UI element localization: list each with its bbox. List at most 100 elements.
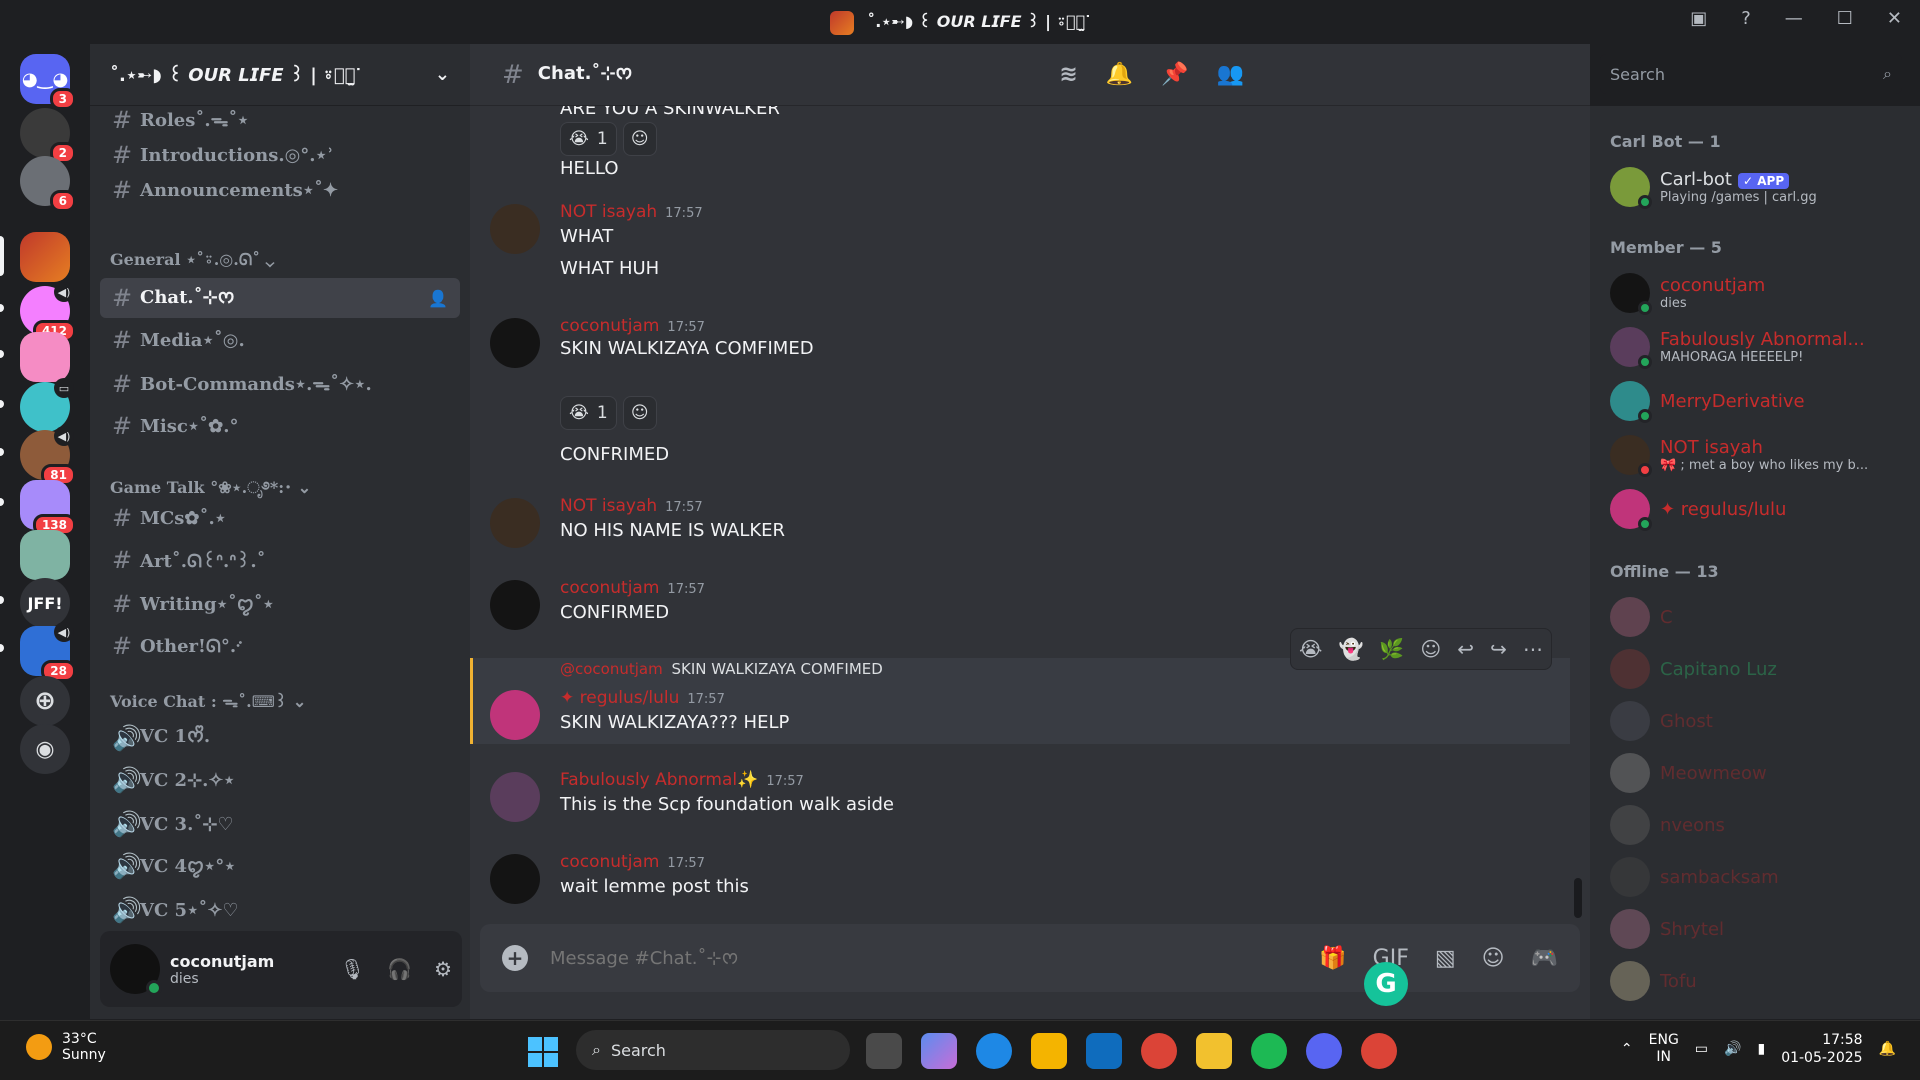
member-item[interactable]: sambacksam — [1610, 852, 1910, 902]
message-input[interactable] — [550, 947, 1270, 969]
microphone-icon[interactable]: 🎙 — [340, 957, 365, 981]
language-indicator[interactable]: ENG IN — [1649, 1032, 1679, 1066]
home-button[interactable]: ◕‿◕ 3 — [20, 54, 76, 110]
more-icon[interactable]: ⋯ — [1523, 637, 1543, 661]
member-item[interactable]: Carl-bot ✓ APP Playing /games | carl.gg — [1610, 162, 1910, 212]
member-item[interactable]: ✦ regulus/lulu — [1610, 484, 1910, 534]
message-author[interactable]: coconutjam 17:57 — [560, 852, 705, 872]
channel-bot-commands[interactable]: # Bot-Commands⋆.ᯓ˚✧⋆. — [100, 364, 460, 404]
voice-channel-1[interactable]: 🔊 VC 1ᰔᩚ. — [100, 718, 460, 758]
notification-bell-icon[interactable]: 🔔 — [1879, 1041, 1896, 1057]
add-server-button[interactable]: ⊕ — [20, 676, 70, 726]
help-icon[interactable]: ? — [1741, 8, 1751, 29]
emoji-icon[interactable]: ☺ — [1482, 946, 1505, 971]
battery-icon[interactable]: ▮ — [1757, 1041, 1765, 1057]
inbox-icon[interactable]: ▣ — [1690, 8, 1707, 29]
minimize-button[interactable]: — — [1785, 8, 1803, 29]
member-item[interactable]: MerryDerivative — [1610, 376, 1910, 426]
discord-taskbar-icon[interactable] — [1306, 1033, 1342, 1069]
member-item[interactable]: coconutjam dies — [1610, 268, 1910, 318]
gift-icon[interactable]: 🎁 — [1319, 946, 1346, 971]
avatar[interactable] — [490, 580, 540, 630]
sticker-icon[interactable]: ▧ — [1435, 946, 1456, 971]
message-author[interactable]: coconutjam 17:57 — [560, 578, 705, 598]
avatar[interactable] — [490, 854, 540, 904]
server-icon-6[interactable]: ▭ — [20, 378, 74, 432]
outlook-icon[interactable] — [1086, 1033, 1122, 1069]
add-reaction-icon[interactable]: ☺ — [1420, 637, 1441, 661]
file-explorer-icon[interactable] — [1196, 1033, 1232, 1069]
bell-icon[interactable]: 🔔 — [1106, 62, 1133, 87]
ghost-emoji-icon[interactable]: 👻 — [1338, 637, 1363, 661]
avatar[interactable] — [490, 690, 540, 740]
member-item[interactable]: Tofu — [1610, 956, 1910, 1006]
search-input[interactable]: Search ⌕ — [1600, 54, 1902, 94]
voice-channel-4[interactable]: 🔊 VC 4ꨄ⋆°⋆ — [100, 846, 460, 886]
voice-channel-2[interactable]: 🔊 VC 2⊹.✧⋆ — [100, 760, 460, 800]
activities-icon[interactable]: 🎮 — [1531, 946, 1558, 971]
chrome-profile-icon[interactable] — [1361, 1033, 1397, 1069]
clock[interactable]: 17:58 01-05-2025 — [1781, 1031, 1862, 1067]
taskbar-search[interactable]: ⌕ Search — [576, 1030, 850, 1070]
crying-emoji-icon[interactable]: 😭 — [1299, 637, 1322, 661]
server-icon-8[interactable]: 138 — [20, 480, 76, 536]
avatar[interactable] — [490, 318, 540, 368]
voice-channel-5[interactable]: 🔊 VC 5⋆˚✧♡ — [100, 890, 460, 930]
forward-icon[interactable]: ↪ — [1490, 637, 1507, 661]
members-icon[interactable]: 👥 — [1217, 62, 1244, 87]
scrollbar-thumb[interactable] — [1574, 878, 1582, 918]
threads-icon[interactable]: ≋ — [1059, 62, 1077, 87]
chevron-up-icon[interactable]: ⌃ — [1621, 1041, 1633, 1057]
avatar[interactable] — [490, 772, 540, 822]
member-item[interactable]: NOT isayah 🎀 ; met a boy who likes my b..… — [1610, 430, 1910, 480]
server-icon-jff[interactable]: JFF! — [20, 578, 70, 628]
member-item[interactable]: Shrytel — [1610, 904, 1910, 954]
avatar[interactable] — [110, 944, 162, 996]
message-author[interactable]: NOT isayah 17:57 — [560, 496, 703, 516]
member-item[interactable]: nveons — [1610, 800, 1910, 850]
channel-introductions[interactable]: # Introductions.◎°.⋆ʾ — [100, 135, 460, 175]
voice-channel-3[interactable]: 🔊 VC 3.˚⊹♡ — [100, 804, 460, 844]
server-icon-11[interactable]: ◀) 28 — [20, 622, 76, 682]
spotify-icon[interactable] — [1251, 1033, 1287, 1069]
edge-icon[interactable] — [976, 1033, 1012, 1069]
server-icon-7[interactable]: ◀) 81 — [20, 426, 76, 486]
settings-gear-icon[interactable]: ⚙ — [434, 957, 452, 981]
channel-other[interactable]: # Other!ᘏ°.ᐝ — [100, 626, 460, 666]
category-general[interactable]: General ⋆˚⍤.◎.ᘏ˚ ⌄ — [110, 250, 274, 270]
channel-announcements[interactable]: # Announcements⋆˚✦ — [100, 170, 460, 210]
headphones-icon[interactable]: 🎧 — [387, 957, 412, 981]
member-item[interactable]: C — [1610, 592, 1910, 642]
channel-art[interactable]: # Art˚.ᘏ꒰ᐢ.ᐢ꒱.˚ — [100, 540, 460, 580]
member-item[interactable]: Meowmeow — [1610, 748, 1910, 798]
avatar[interactable] — [490, 204, 540, 254]
grammarly-icon[interactable]: G — [1364, 962, 1408, 1006]
discover-button[interactable]: ◉ — [20, 724, 70, 774]
upload-plus-icon[interactable]: + — [502, 945, 528, 971]
server-icon-5[interactable] — [20, 332, 70, 382]
server-header[interactable]: ˚.⋆➸◗ ꒰ 𝙊𝙐𝙍 𝙇𝙄𝙁𝙀 ꒱ | ⍤ིུ̫ᐝ ⌄ — [90, 44, 470, 106]
channel-media[interactable]: # Media⋆˚◎. — [100, 320, 460, 360]
channel-writing[interactable]: # Writing⋆˚ꨄ˚⋆ — [100, 584, 460, 624]
message-author[interactable]: NOT isayah 17:57 — [560, 202, 703, 222]
reply-preview[interactable]: @coconutjam SKIN WALKIZAYA COMFIMED — [560, 660, 883, 678]
channel-misc[interactable]: # Misc⋆˚✿.° — [100, 406, 460, 446]
channel-roles[interactable]: # Roles˚.ᯓ˚⋆ — [100, 100, 460, 140]
member-item[interactable]: Ghost — [1610, 696, 1910, 746]
medal-icon[interactable] — [1031, 1033, 1067, 1069]
channel-chat[interactable]: # Chat.˚⊹ᰔ 👤 — [100, 278, 460, 318]
task-view-icon[interactable] — [866, 1033, 902, 1069]
reply-icon[interactable]: ↩ — [1457, 637, 1474, 661]
weather-widget[interactable]: 33°C Sunny — [26, 1031, 106, 1063]
close-button[interactable]: ✕ — [1887, 8, 1902, 29]
add-reaction-button[interactable]: ☺ — [622, 396, 657, 430]
copilot-icon[interactable] — [921, 1033, 957, 1069]
server-icon-2[interactable]: 6 — [20, 156, 76, 212]
windows-start-icon[interactable] — [528, 1037, 558, 1067]
reaction-crying[interactable]: 😭 1 — [560, 122, 617, 156]
maximize-button[interactable]: ☐ — [1837, 8, 1853, 29]
volume-icon[interactable]: 🔊 — [1724, 1041, 1741, 1057]
herb-emoji-icon[interactable]: 🌿 — [1379, 637, 1404, 661]
message-author[interactable]: ✦ regulus/lulu 17:57 — [560, 688, 725, 708]
reaction-crying[interactable]: 😭 1 — [560, 396, 617, 430]
